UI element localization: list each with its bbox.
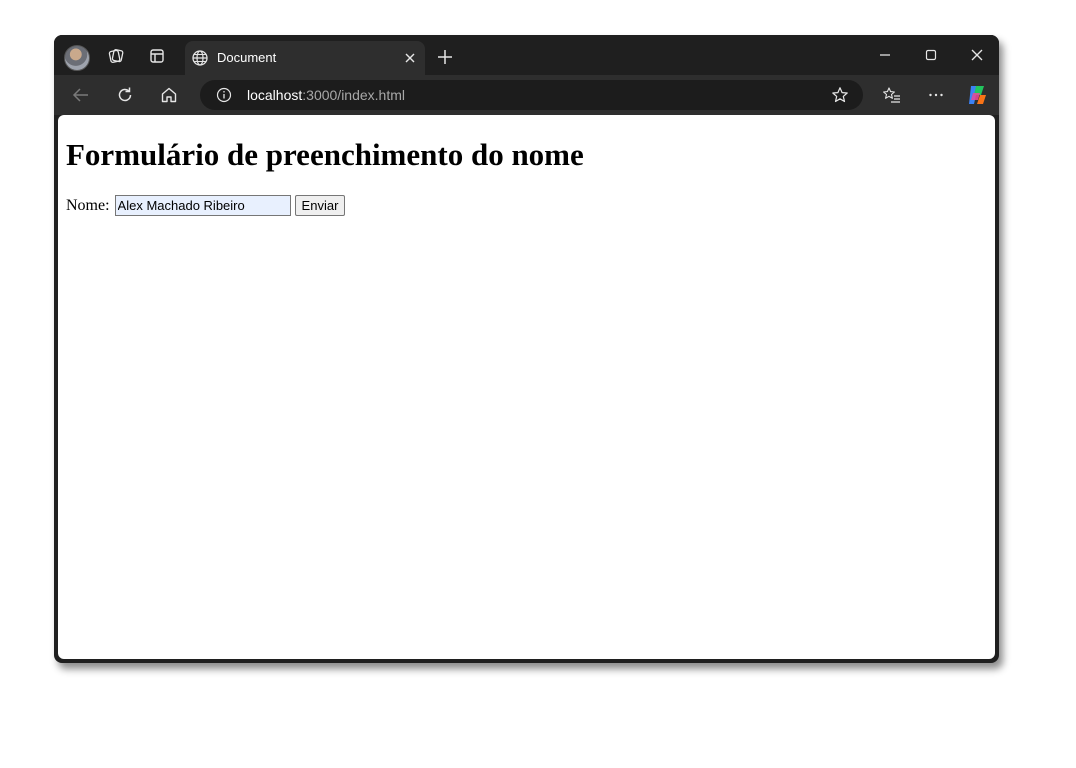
name-form: Nome: Enviar [66, 195, 346, 216]
name-input[interactable] [114, 195, 291, 216]
url-host: localhost [247, 87, 303, 103]
favorite-star-icon[interactable] [831, 86, 849, 104]
refresh-icon[interactable] [113, 83, 137, 107]
navigation-toolbar: localhost:3000/index.html [54, 75, 999, 115]
workspaces-icon[interactable] [103, 43, 129, 69]
url-text[interactable]: localhost:3000/index.html [247, 87, 405, 103]
title-bar: Document [54, 35, 999, 75]
close-tab-icon[interactable] [403, 51, 417, 65]
browser-window: Document localhost:3000/index.html Formu… [54, 35, 999, 663]
page-content: Formulário de preenchimento do nome Nome… [58, 115, 995, 659]
globe-icon [191, 49, 209, 67]
address-bar[interactable]: localhost:3000/index.html [200, 80, 863, 110]
copilot-icon[interactable] [965, 83, 989, 107]
home-icon[interactable] [157, 83, 181, 107]
page-heading: Formulário de preenchimento do nome [66, 137, 584, 172]
minimize-icon[interactable] [876, 46, 894, 64]
close-window-icon[interactable] [968, 46, 986, 64]
favorites-list-icon[interactable] [880, 83, 904, 107]
tab-title: Document [217, 50, 277, 65]
profile-avatar[interactable] [64, 45, 90, 71]
more-icon[interactable] [924, 83, 948, 107]
url-path: :3000/index.html [302, 87, 405, 103]
back-arrow-icon[interactable] [69, 83, 93, 107]
site-info-icon[interactable] [216, 87, 232, 103]
new-tab-plus-icon[interactable] [436, 48, 454, 66]
maximize-icon[interactable] [922, 46, 940, 64]
tab-document[interactable]: Document [185, 41, 425, 75]
name-label: Nome: [66, 196, 110, 214]
submit-button[interactable]: Enviar [294, 195, 346, 216]
tab-actions-icon[interactable] [144, 43, 170, 69]
